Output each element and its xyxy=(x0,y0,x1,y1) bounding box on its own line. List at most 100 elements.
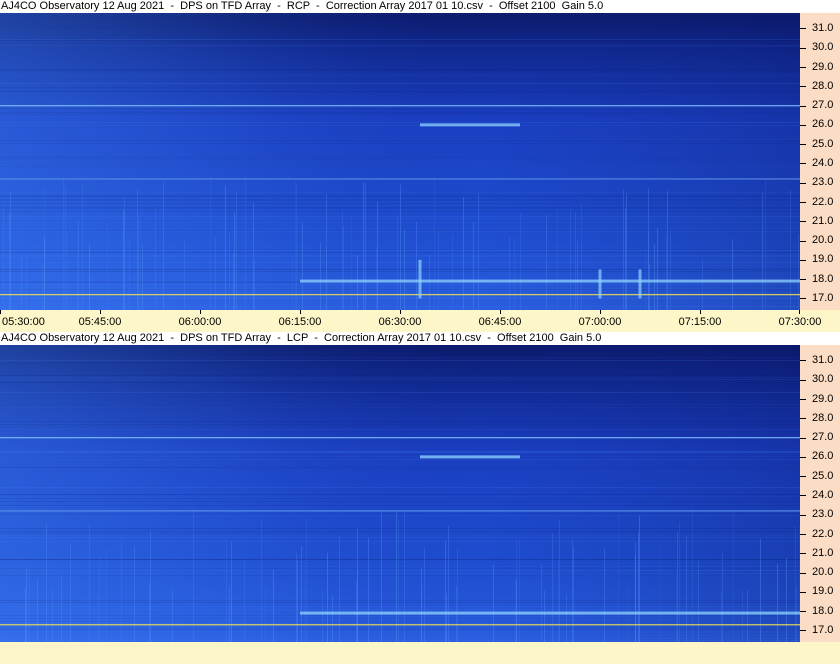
lcp-y-tick-label: 18.0 xyxy=(812,604,834,617)
rcp-x-tick-label: 06:15:00 xyxy=(278,316,322,328)
lcp-feature-line xyxy=(0,624,800,626)
rcp-x-tick-label: 05:30:00 xyxy=(2,316,45,328)
rcp-feature-line xyxy=(0,178,800,180)
rcp-feature-band xyxy=(420,123,520,127)
lcp-y-tick-mark xyxy=(800,611,806,613)
rcp-feature-burst xyxy=(418,259,422,299)
rcp-x-tick-label: 07:00:00 xyxy=(578,316,622,328)
lcp-feature-band xyxy=(420,455,520,459)
lcp-y-tick-label: 28.0 xyxy=(812,411,834,424)
lcp-y-tick-label: 29.0 xyxy=(812,392,834,405)
rcp-y-tick-mark xyxy=(800,240,806,242)
lcp-y-tick-label: 24.0 xyxy=(812,488,834,501)
rcp-x-tick-mark xyxy=(300,310,301,314)
lcp-y-tick-label: 31.0 xyxy=(812,353,834,366)
rcp-feature-band xyxy=(300,279,800,283)
rcp-x-tick-mark xyxy=(200,310,201,314)
rcp-feature-burst xyxy=(598,269,602,299)
lcp-y-tick-mark xyxy=(800,572,806,574)
lcp-y-tick-label: 30.0 xyxy=(812,373,834,386)
rcp-y-tick-label: 18.0 xyxy=(812,272,834,285)
rcp-y-tick-label: 22.0 xyxy=(812,195,834,208)
rcp-y-tick-label: 21.0 xyxy=(812,214,834,227)
rcp-y-tick-label: 27.0 xyxy=(812,99,834,112)
rcp-feature-line xyxy=(0,105,800,107)
lcp-y-tick-label: 23.0 xyxy=(812,508,834,521)
lcp-y-tick-label: 17.0 xyxy=(812,623,834,636)
lcp-spectrogram xyxy=(0,345,800,642)
rcp-y-tick-mark xyxy=(800,47,806,49)
lcp-panel-title: AJ4CO Observatory 12 Aug 2021 - DPS on T… xyxy=(0,332,840,345)
lcp-y-tick-mark xyxy=(800,399,806,400)
rcp-x-tick-label: 06:45:00 xyxy=(478,316,522,328)
rcp-x-tick-label: 06:30:00 xyxy=(378,316,422,328)
rcp-y-tick-label: 17.0 xyxy=(812,291,834,304)
rcp-x-tick-mark xyxy=(400,310,401,314)
rcp-spectrogram xyxy=(0,13,800,310)
rcp-frequency-axis: 17.0 18.0 19.0 20.0 21.0 22.0 23.0 24.0 25.0 26.0… xyxy=(800,13,840,310)
rcp-y-tick-mark xyxy=(800,259,806,261)
lcp-y-tick-label: 25.0 xyxy=(812,469,834,482)
rcp-y-tick-label: 24.0 xyxy=(812,156,834,169)
lcp-y-tick-mark xyxy=(800,379,806,381)
rcp-y-tick-mark xyxy=(800,124,806,126)
rcp-x-tick-mark xyxy=(799,310,800,314)
rcp-x-tick-mark xyxy=(0,310,1,314)
lcp-y-tick-mark xyxy=(800,456,806,458)
rcp-y-tick-mark xyxy=(800,28,806,30)
rcp-y-tick-mark xyxy=(800,279,806,281)
lcp-y-tick-mark xyxy=(800,514,806,516)
lcp-y-tick-label: 20.0 xyxy=(812,566,834,579)
rcp-x-tick-label: 07:15:00 xyxy=(678,316,722,328)
lcp-y-tick-label: 22.0 xyxy=(812,527,834,540)
lcp-y-tick-label: 21.0 xyxy=(812,546,834,559)
rcp-x-tick-mark xyxy=(600,310,601,314)
lcp-y-tick-mark xyxy=(800,476,806,478)
lcp-y-tick-label: 19.0 xyxy=(812,585,834,598)
lcp-y-tick-mark xyxy=(800,534,806,535)
rcp-y-tick-label: 28.0 xyxy=(812,79,834,92)
rcp-y-tick-label: 25.0 xyxy=(812,137,834,150)
rcp-y-tick-label: 26.0 xyxy=(812,118,834,131)
lcp-y-tick-mark xyxy=(800,418,806,420)
rcp-y-tick-mark xyxy=(800,86,806,88)
rcp-y-tick-label: 23.0 xyxy=(812,176,834,189)
rcp-x-tick-mark xyxy=(500,310,501,314)
lcp-spectrogram-plot xyxy=(0,345,800,642)
rcp-x-tick-mark xyxy=(100,310,101,314)
lcp-feature-band xyxy=(300,611,800,615)
rcp-y-tick-label: 31.0 xyxy=(812,21,834,34)
rcp-panel-title: AJ4CO Observatory 12 Aug 2021 - DPS on T… xyxy=(0,0,840,13)
lcp-frequency-axis: 17.0 18.0 19.0 20.0 21.0 22.0 23.0 24.0 25.0 26.0… xyxy=(800,345,840,642)
rcp-y-tick-mark xyxy=(800,202,806,203)
lcp-y-tick-mark xyxy=(800,437,806,439)
rcp-y-tick-mark xyxy=(800,221,806,223)
lcp-y-tick-mark xyxy=(800,553,806,555)
lcp-y-tick-mark xyxy=(800,495,806,497)
rcp-y-tick-label: 30.0 xyxy=(812,41,834,54)
rcp-y-tick-label: 20.0 xyxy=(812,234,834,247)
rcp-x-tick-label: 06:00:00 xyxy=(178,316,222,328)
rcp-feature-line xyxy=(0,294,800,296)
rcp-x-tick-label: 05:45:00 xyxy=(78,316,122,328)
lcp-feature-line xyxy=(0,437,800,439)
lcp-y-tick-mark xyxy=(800,591,806,593)
rcp-x-tick-mark xyxy=(700,310,701,314)
rcp-y-tick-mark xyxy=(800,163,806,165)
rcp-y-tick-label: 29.0 xyxy=(812,60,834,73)
lcp-feature-line xyxy=(0,510,800,512)
rcp-time-axis: 05:30:00 05:45:00 06:00:00 06:15:00 06:30:00… xyxy=(0,310,840,332)
rcp-spectrogram-plot xyxy=(0,13,800,310)
rcp-x-tick-label: 07:30:00 xyxy=(778,316,822,328)
rcp-y-tick-mark xyxy=(800,182,806,184)
lcp-y-tick-mark xyxy=(800,630,806,632)
rcp-y-tick-mark xyxy=(800,144,806,146)
rcp-feature-burst xyxy=(638,269,642,299)
lcp-time-axis xyxy=(0,642,840,664)
rcp-y-tick-mark xyxy=(800,298,806,300)
lcp-y-tick-mark xyxy=(800,360,806,362)
rcp-y-tick-mark xyxy=(800,105,806,107)
rcp-y-tick-mark xyxy=(800,67,806,68)
lcp-y-tick-label: 26.0 xyxy=(812,450,834,463)
lcp-y-tick-label: 27.0 xyxy=(812,431,834,444)
